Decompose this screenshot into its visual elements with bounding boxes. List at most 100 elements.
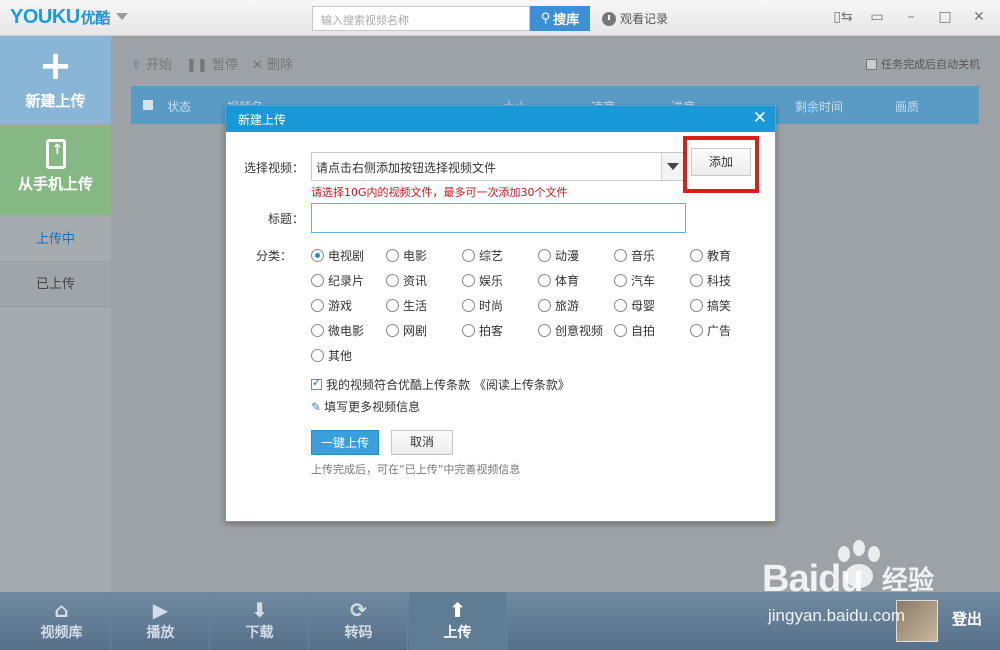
radio-icon xyxy=(538,299,551,312)
category-radio[interactable]: 电视剧 xyxy=(311,247,364,264)
category-radio-label: 纪录片 xyxy=(328,274,365,288)
video-file-select[interactable]: 请点击右侧添加按钮选择视频文件 xyxy=(311,152,684,181)
delete-button[interactable]: ✕ 删除 xyxy=(252,54,293,73)
category-radio[interactable]: 科技 xyxy=(690,272,731,289)
nav-transcode[interactable]: ⟳ 转码 xyxy=(310,592,408,650)
category-radio[interactable]: 教育 xyxy=(690,247,731,264)
category-radio-label: 电影 xyxy=(403,249,428,263)
phone-sync-icon[interactable]: ▯⇆ xyxy=(833,8,852,26)
category-radio[interactable]: 音乐 xyxy=(614,247,655,264)
nav-library[interactable]: ⌂ 视频库 xyxy=(13,592,111,650)
chevron-down-icon[interactable] xyxy=(116,13,128,20)
auto-shutdown-checkbox[interactable]: 任务完成后自动关机 xyxy=(866,56,980,72)
nav-transcode-label: 转码 xyxy=(344,625,373,641)
terms-checkbox[interactable]: 我的视频符合优酷上传条款 《阅读上传条款》 xyxy=(311,376,570,393)
category-radio-label: 母婴 xyxy=(631,299,656,313)
tab-uploaded[interactable]: 已上传 xyxy=(0,263,111,307)
nav-upload-label: 上传 xyxy=(443,625,472,641)
nav-play[interactable]: ▶ 播放 xyxy=(112,592,210,650)
category-label: 分类： xyxy=(256,249,293,263)
history-link[interactable]: 观看记录 xyxy=(602,10,668,27)
category-radio[interactable]: 生活 xyxy=(386,297,427,314)
radio-icon xyxy=(690,249,703,262)
close-icon[interactable]: ✕ xyxy=(970,8,988,26)
logo-cn: 优酷 xyxy=(80,10,111,27)
refresh-icon: ⟳ xyxy=(350,598,367,622)
radio-icon xyxy=(386,249,399,262)
radio-icon xyxy=(690,299,703,312)
nav-upload[interactable]: ⬆ 上传 xyxy=(409,592,507,650)
radio-icon xyxy=(538,274,551,287)
category-radio[interactable]: 资讯 xyxy=(386,272,427,289)
radio-icon xyxy=(690,274,703,287)
category-radio[interactable]: 微电影 xyxy=(311,322,364,339)
category-radio[interactable]: 体育 xyxy=(538,272,579,289)
search-input[interactable]: 输入搜索视频名称 xyxy=(312,6,530,31)
select-all-checkbox[interactable] xyxy=(143,100,153,110)
category-radio[interactable]: 游戏 xyxy=(311,297,352,314)
maximize-icon[interactable]: □ xyxy=(936,8,954,26)
radio-icon xyxy=(311,274,324,287)
title-input[interactable] xyxy=(311,203,686,233)
title-label: 标题： xyxy=(268,212,305,226)
category-radio[interactable]: 自拍 xyxy=(614,322,655,339)
radio-icon xyxy=(614,324,627,337)
category-radio-label: 生活 xyxy=(403,299,428,313)
minimize-icon[interactable]: – xyxy=(902,8,920,26)
pause-button[interactable]: ❚❚ 暂停 xyxy=(186,54,238,73)
pencil-icon: ✎ xyxy=(311,399,322,414)
radio-icon xyxy=(386,324,399,337)
sidebar: + 新建上传 从手机上传 上传中 已上传 xyxy=(0,36,111,592)
phone-upload-button[interactable]: 从手机上传 xyxy=(0,125,111,215)
category-radio[interactable]: 创意视频 xyxy=(538,322,603,339)
category-radio[interactable]: 综艺 xyxy=(462,247,503,264)
category-radio[interactable]: 汽车 xyxy=(614,272,655,289)
nav-download[interactable]: ⬇ 下载 xyxy=(211,592,309,650)
one-click-upload-button[interactable]: 一键上传 xyxy=(311,430,379,455)
category-radio[interactable]: 旅游 xyxy=(538,297,579,314)
col-quality: 画质 xyxy=(895,100,920,114)
pause-label: 暂停 xyxy=(211,58,238,73)
category-radio[interactable]: 电影 xyxy=(386,247,427,264)
category-radio[interactable]: 网剧 xyxy=(386,322,427,339)
radio-icon xyxy=(462,274,475,287)
tab-uploading[interactable]: 上传中 xyxy=(0,218,111,262)
category-radio-label: 动漫 xyxy=(555,249,580,263)
category-radio[interactable]: 拍客 xyxy=(462,322,503,339)
radio-icon xyxy=(311,299,324,312)
watermark-brand: Baidu xyxy=(762,558,864,600)
category-radio[interactable]: 搞笑 xyxy=(690,297,731,314)
category-radio[interactable]: 其他 xyxy=(311,347,352,364)
search-button-label: 搜库 xyxy=(553,13,580,28)
start-button[interactable]: ⇧ 开始 xyxy=(131,54,172,73)
category-radio[interactable]: 母婴 xyxy=(614,297,655,314)
category-radio[interactable]: 纪录片 xyxy=(311,272,364,289)
category-radio-label: 体育 xyxy=(555,274,580,288)
more-info-link[interactable]: ✎ 填写更多视频信息 xyxy=(311,398,420,415)
cancel-button[interactable]: 取消 xyxy=(391,430,453,455)
download-icon: ⬇ xyxy=(251,598,268,622)
play-icon: ▶ xyxy=(152,598,169,622)
upload-icon: ⬆ xyxy=(449,598,466,622)
youku-logo[interactable]: YOUKU优酷 xyxy=(10,6,110,29)
category-radio-label: 其他 xyxy=(328,349,353,363)
message-icon[interactable]: ▭ xyxy=(868,8,886,26)
phone-upload-icon xyxy=(45,139,66,169)
radio-icon xyxy=(614,249,627,262)
category-radio-label: 网剧 xyxy=(403,324,428,338)
category-radio[interactable]: 动漫 xyxy=(538,247,579,264)
nav-download-label: 下载 xyxy=(245,625,274,641)
close-icon[interactable]: ✕ xyxy=(753,108,767,128)
category-radio[interactable]: 时尚 xyxy=(462,297,503,314)
category-radio[interactable]: 娱乐 xyxy=(462,272,503,289)
category-radio-label: 时尚 xyxy=(479,299,504,313)
terms-label[interactable]: 我的视频符合优酷上传条款 《阅读上传条款》 xyxy=(326,376,570,393)
add-button[interactable]: 添加 xyxy=(691,148,751,176)
logo-latin: YOUKU xyxy=(10,6,80,28)
chevron-down-icon[interactable] xyxy=(661,153,683,180)
category-radio[interactable]: 广告 xyxy=(690,322,731,339)
radio-icon xyxy=(311,249,324,262)
col-status: 状态 xyxy=(167,100,192,114)
search-button[interactable]: ⚲ 搜库 xyxy=(530,6,590,31)
new-upload-button[interactable]: + 新建上传 xyxy=(0,36,111,124)
